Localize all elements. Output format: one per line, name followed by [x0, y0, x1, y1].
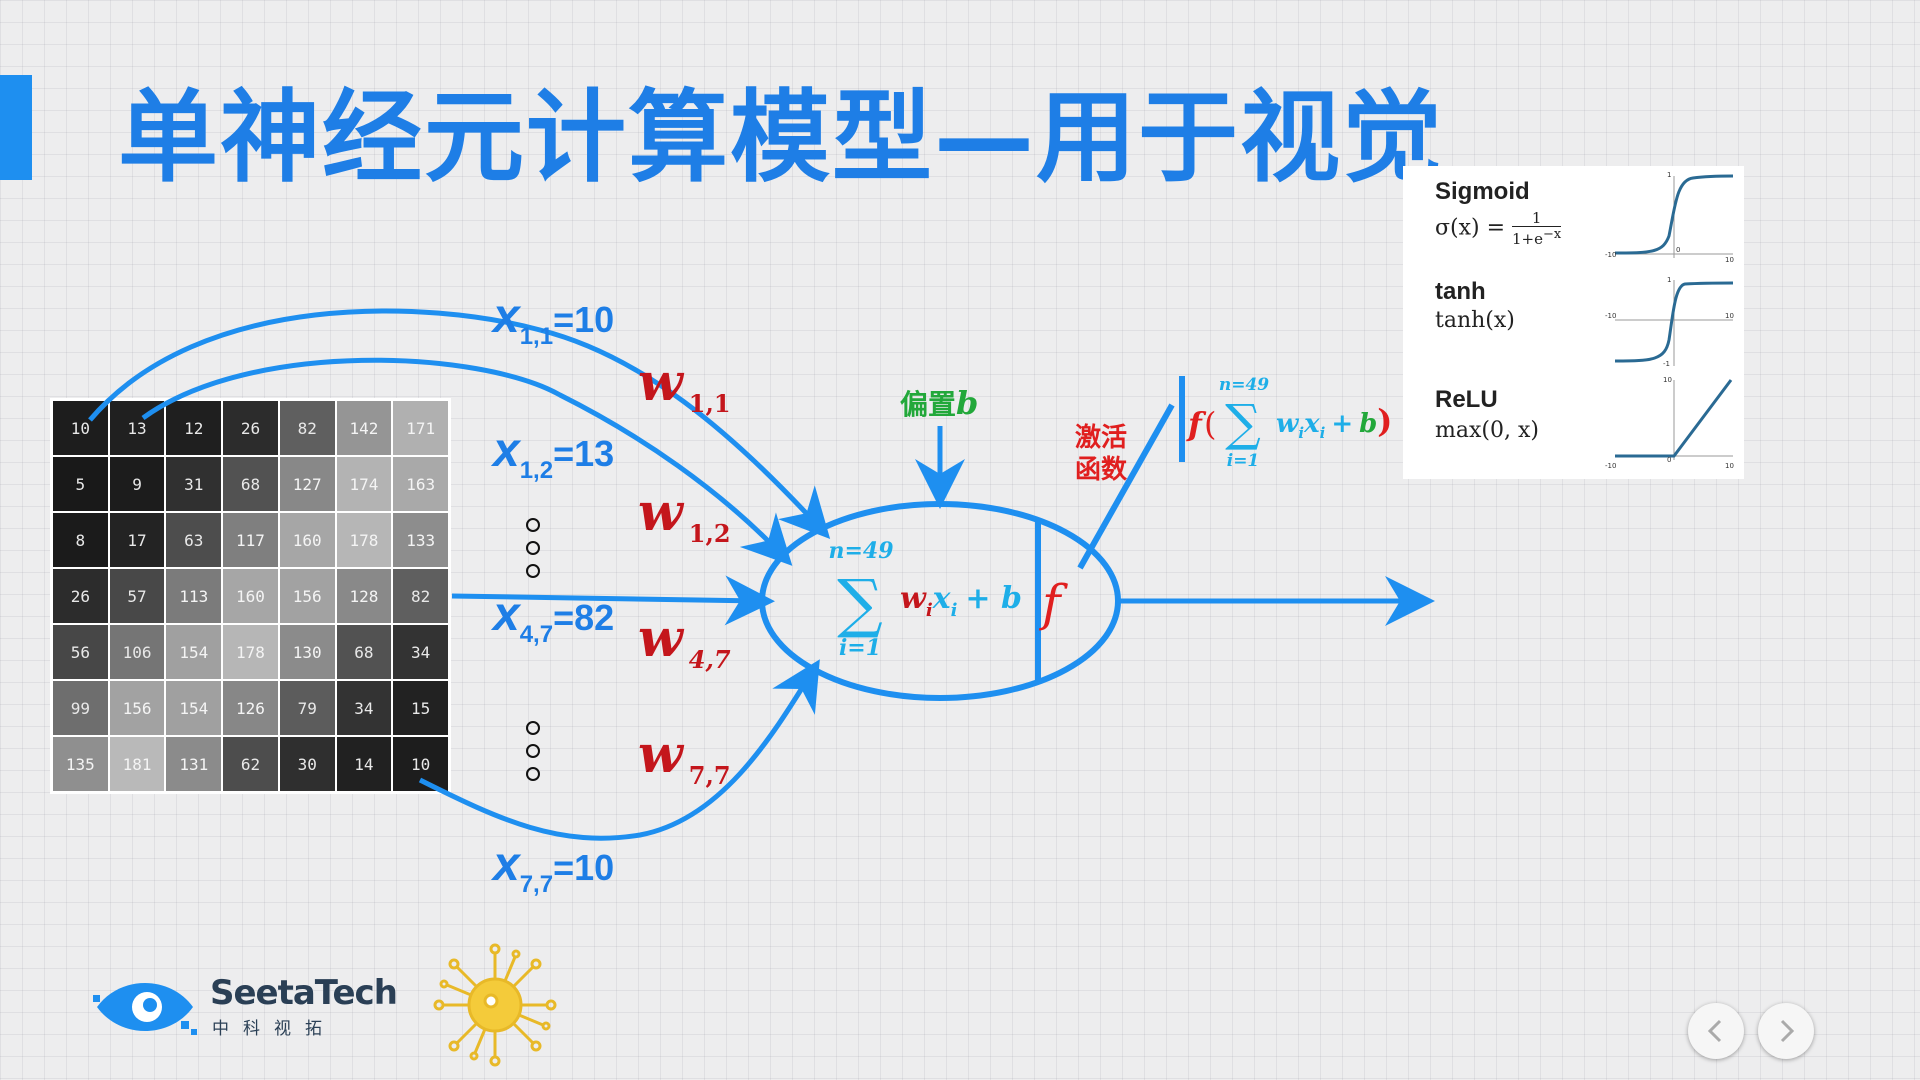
neuron-formula: n=49 ∑ i=1 wixi + b f [828, 538, 1068, 661]
sigmoid-name: Sigmoid [1435, 178, 1530, 205]
relu-y-min: 0 [1667, 456, 1671, 464]
weight-label-7-7: w 7,7 [638, 724, 731, 790]
bias-label: 偏置b [900, 384, 978, 422]
tanh-formula: tanh(x) [1435, 308, 1515, 333]
next-slide-button[interactable] [1758, 1003, 1814, 1059]
input-edge-1-2 [141, 357, 793, 566]
neuron-diagram: x1,1=10 x1,2=13 x4,7=82 x7,7=10 w 1,1 w 1,… [88, 290, 1435, 1067]
tanh-axis-min: -10 [1605, 312, 1616, 320]
sigmoid-axis-max: 10 [1725, 256, 1734, 264]
chevron-left-icon [1707, 1019, 1722, 1043]
sigmoid-numerator: 1 [1512, 210, 1562, 227]
relu-name: ReLU [1435, 386, 1498, 413]
relu-formula: max(0, x) [1435, 418, 1539, 443]
sigmoid-axis-min: -10 [1605, 251, 1616, 259]
tanh-plot: -10 10 1 -1 [1605, 276, 1734, 368]
sigmoid-y-max: 1 [1667, 171, 1671, 179]
input-label-1-1: x1,1=10 [490, 290, 614, 350]
sigmoid-formula-lhs: σ(x) = [1435, 215, 1513, 241]
relu-axis-max: 10 [1725, 462, 1734, 470]
relu-axis-min: -10 [1605, 462, 1616, 470]
output-sum-upper: n=49 [1219, 375, 1269, 395]
tanh-y-min: -1 [1663, 360, 1670, 368]
sigmoid-den-exp: −x [1543, 227, 1562, 242]
sigmoid-plot: -10 10 1 0 [1605, 171, 1734, 264]
neuron-logo-icon [433, 943, 557, 1067]
input-label-7-7: x7,7=10 [490, 838, 614, 898]
neuron-sum-upper: n=49 [828, 538, 893, 564]
ellipsis-dots-upper [526, 518, 540, 578]
sigmoid-denominator: 1+e−x [1512, 227, 1561, 247]
output-formula: f ( n=49 ∑ i=1 wixi + b) [1186, 375, 1392, 471]
weight-label-4-7: w 4,7 [638, 608, 731, 674]
output-open-paren: ( [1204, 405, 1216, 443]
output-sum-lower: i=1 [1227, 451, 1260, 471]
seetatech-eye-icon [93, 983, 197, 1035]
activation-label-line1: 激活 [1075, 422, 1127, 453]
output-term: wixi + b) [1276, 402, 1392, 442]
activation-plots: -10 10 1 0 -10 10 1 -1 -10 10 10 0 [1605, 171, 1734, 470]
tanh-axis-max: 10 [1725, 312, 1734, 320]
ellipsis-dots-lower [526, 721, 540, 781]
sigmoid-fraction: 1 1+e−x [1512, 210, 1562, 247]
neuron-activation-f: f [1038, 574, 1068, 632]
input-edge-1-1 [88, 308, 831, 540]
relu-y-max: 10 [1663, 376, 1672, 384]
neuron-term: wixi + b [900, 581, 1022, 621]
logo-text: SeetaTech [210, 973, 398, 1013]
prev-slide-button[interactable] [1688, 1003, 1744, 1059]
input-edge-7-7 [418, 659, 820, 841]
neuron-sum-lower: i=1 [839, 635, 881, 661]
output-sum-symbol: ∑ [1225, 394, 1261, 452]
tanh-name: tanh [1435, 278, 1486, 305]
activation-functions-panel: Sigmoid σ(x) = 1 1+e−x tanh tanh(x) ReLU … [1403, 166, 1744, 479]
sigmoid-y-min: 0 [1676, 246, 1680, 254]
logo-subtext: 中科视拓 [212, 1019, 336, 1039]
chevron-right-icon [1780, 1019, 1795, 1043]
activation-label-line2: 函数 [1075, 455, 1128, 485]
sigmoid-formula: σ(x) = 1 1+e−x [1435, 210, 1562, 247]
neuron-sum-symbol: ∑ [837, 567, 883, 641]
weight-label-1-1: w 1,1 [638, 352, 731, 418]
sigmoid-den-base: 1+e [1512, 230, 1544, 248]
tanh-y-max: 1 [1667, 276, 1671, 284]
relu-plot: -10 10 10 0 [1605, 376, 1734, 470]
input-label-1-2: x1,2=13 [490, 424, 614, 484]
